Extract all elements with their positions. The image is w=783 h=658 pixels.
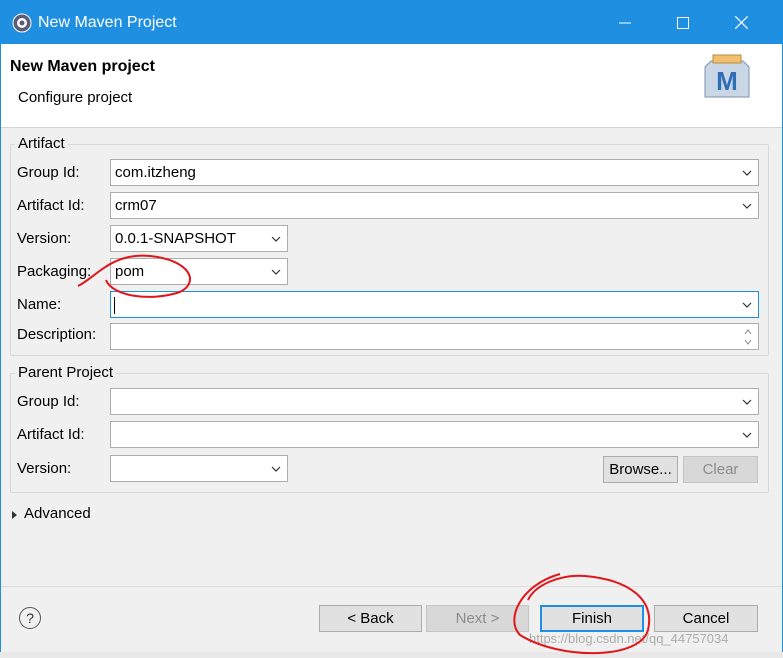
chevron-down-icon [742,302,752,308]
description-textarea[interactable] [110,323,759,350]
minimize-icon [619,22,631,23]
window-title: New Maven Project [38,14,177,31]
browse-button[interactable]: Browse... [603,456,678,483]
watermark-text: https://blog.csdn.net/qq_44757034 [529,631,729,646]
group-id-combo[interactable]: com.itzheng [110,159,759,186]
version-combo[interactable]: 0.0.1-SNAPSHOT [110,225,288,252]
close-icon [734,16,748,29]
parent-version-combo[interactable] [110,455,288,482]
parent-artifact-id-label: Artifact Id: [17,426,85,443]
finish-button[interactable]: Finish [540,605,644,632]
dialog-header: New Maven project Configure project M [1,44,782,128]
minimize-button[interactable] [596,1,654,44]
footer-divider [1,586,782,587]
chevron-down-icon [742,203,752,209]
chevron-down-icon [271,466,281,472]
chevron-down-icon [271,269,281,275]
group-id-label: Group Id: [17,164,80,181]
clear-button[interactable]: Clear [683,456,758,483]
page-subtitle: Configure project [18,89,133,106]
parent-artifact-id-combo[interactable] [110,421,759,448]
parent-project-legend: Parent Project [15,364,117,381]
artifact-id-combo[interactable]: crm07 [110,192,759,219]
packaging-value: pom [115,263,145,280]
advanced-toggle[interactable]: Advanced [24,505,91,522]
chevron-down-icon [271,236,281,242]
chevron-down-icon [742,399,752,405]
artifact-id-label: Artifact Id: [17,197,85,214]
help-icon[interactable]: ? [19,607,41,629]
back-button[interactable]: < Back [319,605,422,632]
parent-group-id-combo[interactable] [110,388,759,415]
artifact-id-value: crm07 [115,197,157,214]
version-label: Version: [17,230,72,247]
maximize-icon [677,16,689,29]
chevron-down-icon [742,432,752,438]
dialog-window: New Maven Project New Maven project Conf… [0,0,783,654]
next-button[interactable]: Next > [426,605,529,632]
expand-arrow-icon[interactable] [11,510,19,520]
text-caret [114,297,115,314]
packaging-label: Packaging: [17,263,92,280]
close-button[interactable] [712,1,770,44]
maven-logo-icon: M [704,54,750,98]
group-id-value: com.itzheng [115,164,196,181]
artifact-legend: Artifact [15,135,68,152]
logo-letter: M [716,66,738,96]
background-strip [0,652,783,658]
version-value: 0.0.1-SNAPSHOT [115,230,236,247]
chevron-down-icon [742,170,752,176]
page-title: New Maven project [10,58,155,75]
name-label: Name: [17,296,62,313]
eclipse-gear-icon [12,13,32,33]
description-label: Description: [17,326,97,343]
scroll-arrows-icon[interactable] [743,327,753,347]
name-combo[interactable] [110,291,759,318]
title-bar: New Maven Project [1,1,782,44]
parent-group-id-label: Group Id: [17,393,80,410]
cancel-button[interactable]: Cancel [654,605,758,632]
packaging-combo[interactable]: pom [110,258,288,285]
parent-version-label: Version: [17,460,72,477]
maximize-button[interactable] [654,1,712,44]
